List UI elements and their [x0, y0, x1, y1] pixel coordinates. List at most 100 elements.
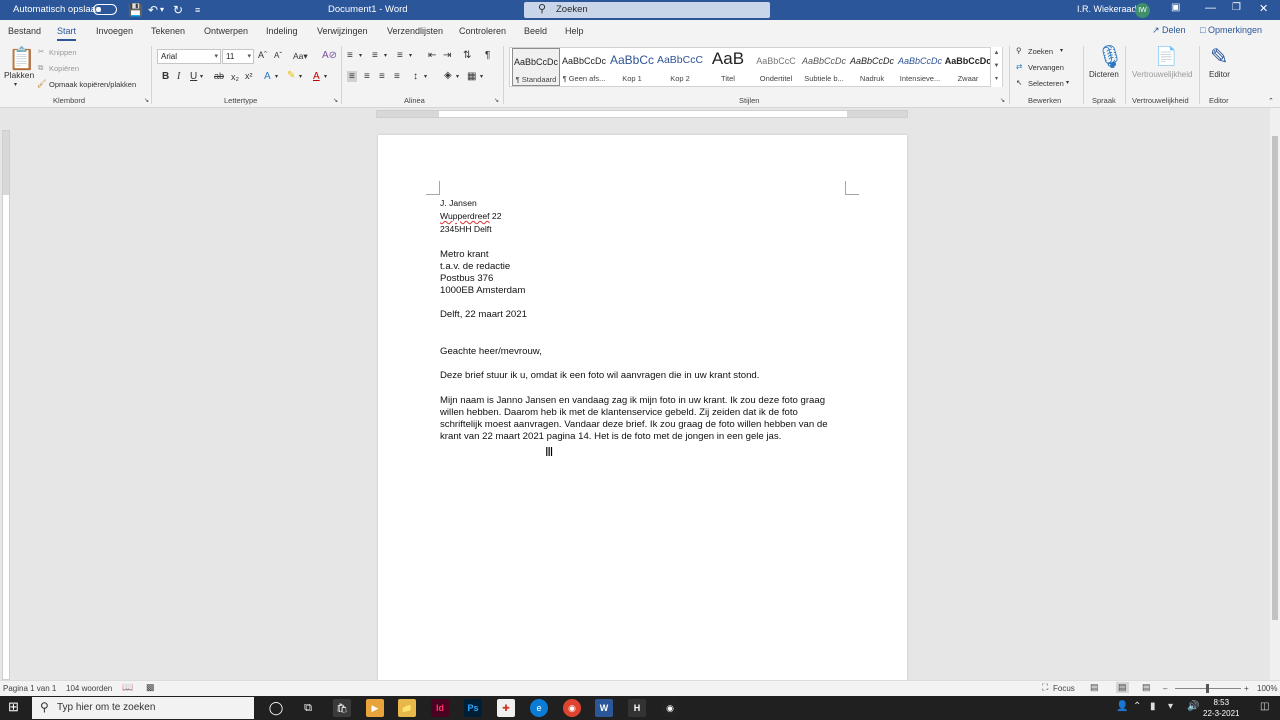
format-painter-button[interactable]: Opmaak kopiëren/plakken: [49, 80, 136, 89]
paragraph-launcher-icon[interactable]: ↘: [494, 97, 499, 104]
bold-icon[interactable]: B: [162, 71, 169, 82]
grow-font-icon[interactable]: Aˆ: [258, 50, 267, 60]
search-bar[interactable]: ⚲ Zoeken: [524, 2, 770, 18]
align-center-icon[interactable]: ≡: [364, 71, 370, 82]
share-button[interactable]: ↗ Delen: [1148, 23, 1190, 39]
vertical-ruler[interactable]: [2, 130, 10, 680]
bullets-dropdown-icon[interactable]: ▾: [359, 52, 362, 59]
network-icon[interactable]: ▾: [1168, 701, 1173, 712]
show-formatting-icon[interactable]: ¶: [485, 50, 490, 61]
borders-dropdown-icon[interactable]: ▾: [480, 73, 483, 80]
style-nadruk[interactable]: AaBbCcDc Nadruk: [848, 48, 896, 86]
tab-start[interactable]: Start: [57, 26, 77, 41]
zoom-slider-thumb[interactable]: [1206, 684, 1209, 693]
obs-icon[interactable]: ◉: [661, 699, 679, 717]
file-explorer-icon[interactable]: 📁: [398, 699, 416, 717]
store-icon[interactable]: 🛍: [333, 699, 351, 717]
clipboard-launcher-icon[interactable]: ↘: [144, 97, 149, 104]
tab-tekenen[interactable]: Tekenen: [151, 26, 185, 36]
style-titel[interactable]: AaB Titel: [704, 48, 752, 86]
copy-button[interactable]: Kopiëren: [49, 64, 79, 73]
shading-dropdown-icon[interactable]: ▾: [456, 73, 459, 80]
strikethrough-icon[interactable]: ab: [214, 71, 224, 81]
tab-controleren[interactable]: Controleren: [459, 26, 506, 36]
shrink-font-icon[interactable]: Aˇ: [274, 51, 282, 60]
font-color-icon[interactable]: A: [313, 71, 320, 82]
style-intensieve-nadruk[interactable]: AaBbCcDc Intensieve...: [896, 48, 944, 86]
focus-button[interactable]: Focus: [1053, 684, 1075, 693]
numbering-icon[interactable]: ≡: [372, 50, 378, 61]
customize-qat-icon[interactable]: ≡: [195, 2, 200, 18]
decrease-indent-icon[interactable]: ⇤: [428, 50, 436, 61]
undo-dropdown-icon[interactable]: ▾: [160, 2, 164, 18]
minimize-icon[interactable]: —: [1205, 2, 1216, 14]
multilevel-dropdown-icon[interactable]: ▾: [409, 52, 412, 59]
line-spacing-icon[interactable]: ↕: [413, 71, 418, 82]
tab-ontwerpen[interactable]: Ontwerpen: [204, 26, 248, 36]
focus-icon[interactable]: ⛶: [1042, 682, 1048, 693]
indesign-icon[interactable]: Id: [431, 699, 449, 717]
scrollbar-thumb[interactable]: [1272, 136, 1278, 620]
word-count[interactable]: 104 woorden: [66, 684, 112, 693]
underline-icon[interactable]: U: [190, 71, 197, 82]
app-h-icon[interactable]: H: [628, 699, 646, 717]
subscript-icon[interactable]: x₂: [231, 72, 239, 82]
zoom-in-icon[interactable]: +: [1244, 684, 1249, 693]
tab-help[interactable]: Help: [565, 26, 584, 36]
style-geen-afstand[interactable]: AaBbCcDc ¶ Geen afs...: [560, 48, 608, 86]
paste-dropdown-icon[interactable]: ▾: [14, 81, 17, 88]
vertical-scrollbar[interactable]: [1270, 108, 1280, 680]
autosave-toggle[interactable]: [93, 4, 117, 15]
text-effects-icon[interactable]: A: [264, 71, 271, 82]
font-launcher-icon[interactable]: ↘: [333, 97, 338, 104]
read-mode-icon[interactable]: ▤: [1090, 682, 1099, 693]
cortana-icon[interactable]: ◯: [267, 699, 285, 717]
web-layout-icon[interactable]: ▤: [1142, 682, 1151, 693]
style-kop-2[interactable]: AaBbCcC Kop 2: [656, 48, 704, 86]
office-icon[interactable]: ✚: [497, 699, 515, 717]
edge-icon[interactable]: e: [530, 699, 548, 717]
page-count[interactable]: Pagina 1 van 1: [3, 684, 56, 693]
save-icon[interactable]: 💾: [128, 2, 143, 18]
volume-icon[interactable]: 🔊: [1187, 701, 1199, 712]
font-size-select[interactable]: 11 ▾: [222, 49, 254, 64]
clear-formatting-icon[interactable]: A⊘: [322, 50, 337, 61]
numbering-dropdown-icon[interactable]: ▾: [384, 52, 387, 59]
tab-indeling[interactable]: Indeling: [266, 26, 298, 36]
taskbar-search[interactable]: ⚲ Typ hier om te zoeken: [32, 697, 254, 719]
editor-button[interactable]: Editor: [1209, 70, 1230, 79]
line-spacing-dropdown-icon[interactable]: ▾: [424, 73, 427, 80]
sort-icon[interactable]: ⇅: [463, 50, 471, 61]
redo-icon[interactable]: ↻: [173, 2, 183, 18]
highlight-dropdown-icon[interactable]: ▾: [299, 73, 302, 80]
word-icon[interactable]: W: [595, 699, 613, 717]
shading-icon[interactable]: ◈: [444, 70, 452, 81]
editor-icon[interactable]: ✎: [1210, 44, 1228, 70]
media-player-icon[interactable]: ▶: [366, 699, 384, 717]
tray-overflow-icon[interactable]: ⌃: [1133, 701, 1141, 712]
italic-icon[interactable]: I: [177, 71, 180, 82]
paste-icon[interactable]: 📋: [8, 46, 35, 72]
document-page[interactable]: J. Jansen Wupperdreef 22 2345HH Delft Me…: [378, 135, 907, 680]
avatar[interactable]: IW: [1135, 3, 1150, 18]
style-kop-1[interactable]: AaBbCc Kop 1: [608, 48, 656, 86]
cut-button[interactable]: Knippen: [49, 48, 77, 57]
multilevel-list-icon[interactable]: ≡: [397, 50, 403, 61]
text-effects-dropdown-icon[interactable]: ▾: [275, 73, 278, 80]
find-dropdown-icon[interactable]: ▾: [1060, 47, 1063, 54]
bullets-icon[interactable]: ≡: [347, 50, 353, 61]
replace-button[interactable]: Vervangen: [1028, 63, 1064, 72]
print-layout-icon[interactable]: ▤: [1116, 682, 1129, 693]
styles-scroll-up-icon[interactable]: ▲: [991, 47, 1002, 60]
accessibility-icon[interactable]: ▩: [146, 682, 155, 693]
horizontal-ruler[interactable]: [376, 110, 908, 118]
underline-dropdown-icon[interactable]: ▾: [200, 73, 203, 80]
comments-button[interactable]: □ Opmerkingen: [1197, 23, 1273, 39]
style-standaard[interactable]: AaBbCcDc ¶ Standaard: [512, 48, 560, 86]
font-name-select[interactable]: Arial ▾: [157, 49, 221, 64]
user-name[interactable]: I.R. Wiekeraad: [1077, 4, 1137, 14]
close-icon[interactable]: ✕: [1259, 2, 1268, 15]
task-view-icon[interactable]: ⧉: [299, 699, 317, 717]
tab-verwijzingen[interactable]: Verwijzingen: [317, 26, 368, 36]
increase-indent-icon[interactable]: ⇥: [443, 50, 451, 61]
